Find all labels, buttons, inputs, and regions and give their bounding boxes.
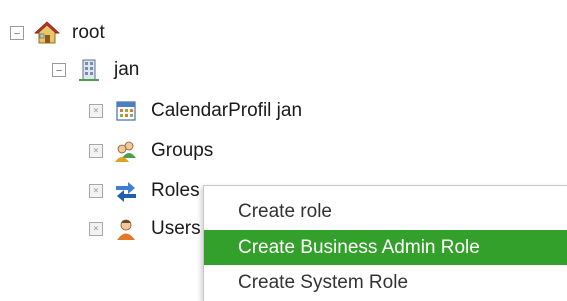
menu-item-create-system-role[interactable]: Create System Role xyxy=(204,265,567,300)
tree-node-jan[interactable]: − jan xyxy=(52,55,139,85)
leaf-toggle: × xyxy=(89,222,103,236)
menu-item-create-business-admin-role[interactable]: Create Business Admin Role xyxy=(204,230,567,265)
tree-node-label: Roles xyxy=(151,180,200,201)
menu-item-create-role[interactable]: Create role xyxy=(204,194,567,229)
leaf-toggle: × xyxy=(89,104,103,118)
tree-node-groups[interactable]: × Groups xyxy=(89,136,213,166)
leaf-toggle: × xyxy=(89,144,103,158)
calendar-icon xyxy=(113,98,139,124)
tree-node-label: Users xyxy=(151,218,201,239)
leaf-toggle: × xyxy=(89,184,103,198)
collapse-toggle-jan[interactable]: − xyxy=(52,63,66,77)
tree-node-label: jan xyxy=(114,59,140,80)
tree-node-calendar-profile[interactable]: × CalendarProfil jan xyxy=(89,96,302,126)
tree-node-label: CalendarProfil jan xyxy=(151,100,303,121)
user-icon xyxy=(113,216,139,242)
tree-node-root[interactable]: − root xyxy=(10,18,105,48)
context-menu: Create role Create Business Admin Role C… xyxy=(203,185,567,301)
roles-arrows-icon xyxy=(113,178,139,204)
tree-node-users[interactable]: × Users xyxy=(89,214,201,244)
collapse-toggle-root[interactable]: − xyxy=(10,26,24,40)
tree-node-roles[interactable]: × Roles xyxy=(89,176,200,206)
group-icon xyxy=(113,138,139,164)
tree-node-label: Groups xyxy=(151,140,214,161)
tree-node-label: root xyxy=(72,22,105,43)
building-icon xyxy=(76,57,102,83)
home-icon xyxy=(34,20,60,46)
